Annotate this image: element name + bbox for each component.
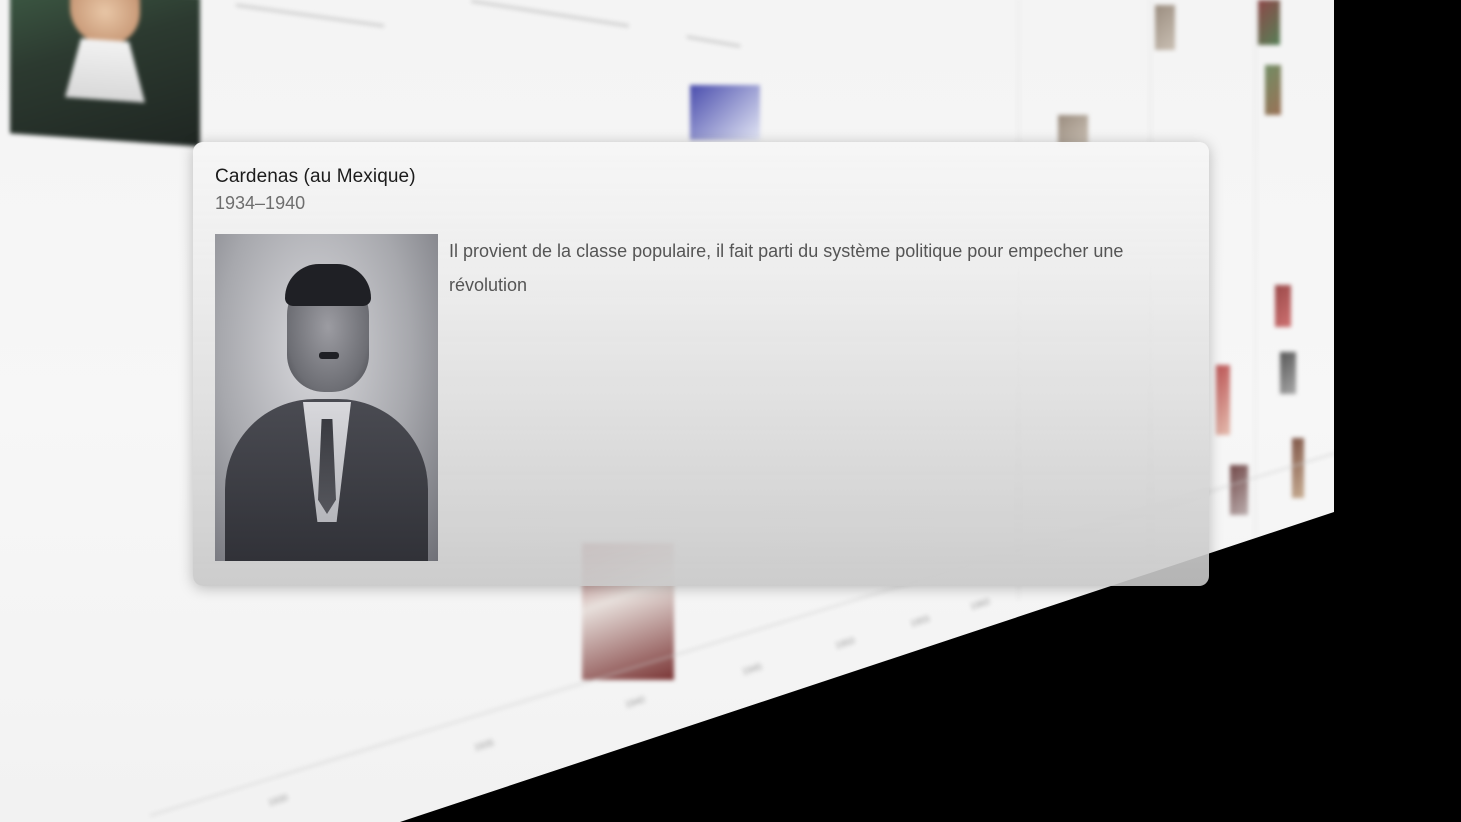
- event-dates: 1934–1940: [215, 193, 306, 213]
- background-text-line: [686, 35, 741, 48]
- background-thumbnail[interactable]: [1275, 285, 1291, 327]
- background-thumbnail[interactable]: [1230, 465, 1248, 515]
- background-text-line: [470, 0, 630, 28]
- axis-tick-label: 1935: [472, 737, 496, 753]
- timeline-view: 1930 1935 1940 1945 1950 1955 1960 Carde…: [0, 0, 1461, 822]
- background-thumbnail[interactable]: [1265, 65, 1281, 115]
- background-thumbnail[interactable]: [1292, 438, 1304, 498]
- background-thumbnail[interactable]: [1058, 115, 1088, 145]
- axis-tick-label: 1945: [740, 661, 764, 677]
- axis-tick-label: 1955: [908, 613, 932, 629]
- background-portrait-thumbnail[interactable]: [10, 0, 200, 147]
- axis-tick-label: 1940: [623, 694, 647, 710]
- axis-tick-label: 1950: [833, 635, 857, 651]
- event-title: Cardenas (au Mexique): [215, 166, 416, 187]
- axis-tick-label: 1960: [968, 596, 992, 612]
- event-description: Il provient de la classe populaire, il f…: [449, 241, 1124, 295]
- background-thumbnail[interactable]: [1258, 0, 1280, 45]
- background-thumbnail[interactable]: [1280, 352, 1296, 394]
- background-text-line: [235, 3, 385, 28]
- portrait-photo[interactable]: [215, 234, 438, 561]
- axis-tick-label: 1930: [266, 792, 290, 808]
- background-thumbnail[interactable]: [1216, 365, 1230, 435]
- background-thumbnail[interactable]: [1155, 5, 1175, 50]
- background-map-thumbnail[interactable]: [690, 85, 760, 140]
- event-detail-popup[interactable]: Cardenas (au Mexique) 1934–1940 Il provi…: [193, 142, 1209, 586]
- background-divider: [1255, 0, 1256, 600]
- void-backdrop: [1334, 0, 1461, 822]
